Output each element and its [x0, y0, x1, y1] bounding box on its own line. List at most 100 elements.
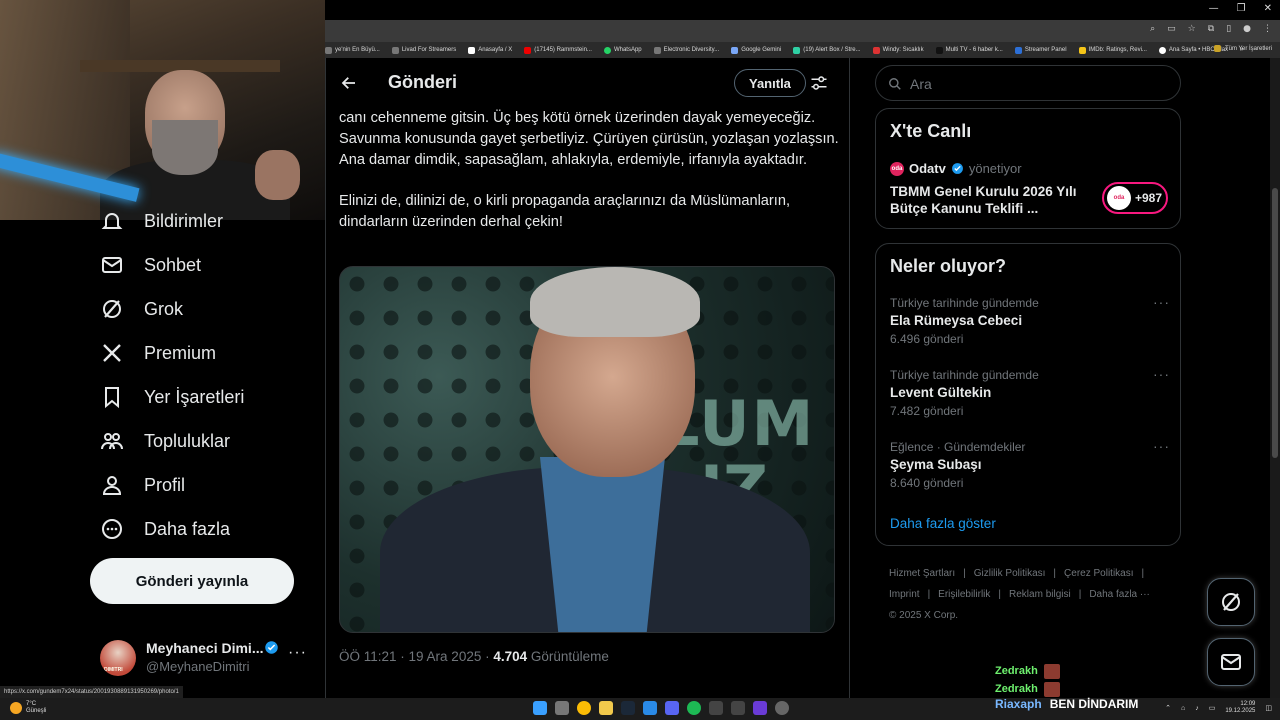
chrome-icon[interactable] [577, 701, 591, 715]
tweet-photo[interactable]: LUM IZ [339, 266, 835, 633]
discord-icon[interactable] [665, 701, 679, 715]
chat-username: Zedrakh [995, 665, 1038, 677]
minimize-icon[interactable]: — [1209, 3, 1219, 14]
app-icon[interactable] [731, 701, 745, 715]
network-icon[interactable]: ⌂ [1181, 705, 1185, 712]
live-stream-title[interactable]: TBMM Genel Kurulu 2026 Yılı Bütçe Kanunu… [890, 183, 1090, 217]
footer-link-privacy[interactable]: Gizlilik Politikası [974, 568, 1046, 579]
webcam-overlay [0, 0, 325, 220]
twitch-icon[interactable] [753, 701, 767, 715]
sidebar-item-notifications[interactable]: Bildirimler [100, 206, 223, 236]
tray-chevron-icon[interactable]: ⌃ [1165, 704, 1171, 712]
tweet-timestamp[interactable]: ÖÖ 11:21 · 19 Ara 2025 · [339, 649, 493, 664]
bookmark-item[interactable]: (19) Alert Box / Stre... [793, 46, 861, 54]
live-card-title: X'te Canlı [890, 121, 972, 141]
sidebar-item-grok[interactable]: Grok [100, 294, 183, 324]
sidebar-item-premium[interactable]: Premium [100, 338, 216, 368]
obs-icon[interactable] [775, 701, 789, 715]
explorer-icon[interactable] [599, 701, 613, 715]
footer-separator: | [1053, 568, 1057, 579]
messages-fab-button[interactable] [1207, 638, 1255, 686]
bookmark-item[interactable]: WhatsApp [603, 46, 642, 54]
trend-name: Ela Rümeysa Cebeci [890, 313, 1023, 328]
whatsapp-favicon-icon [603, 46, 611, 54]
browser-menu-icon[interactable]: ⋮ [1263, 24, 1272, 34]
sidepanel-icon[interactable]: ▯ [1226, 24, 1231, 34]
maximize-icon[interactable]: ❐ [1237, 3, 1246, 14]
filter-settings-icon[interactable] [810, 75, 828, 91]
bookmark-item[interactable]: Electronic Diversity... [653, 46, 719, 54]
volume-icon[interactable]: ♪ [1195, 705, 1199, 712]
bookmark-item[interactable]: Streamer Panel [1014, 46, 1067, 54]
grok-fab-button[interactable] [1207, 578, 1255, 626]
extensions-icon[interactable]: ⧉ [1208, 24, 1214, 34]
back-arrow-icon[interactable] [340, 74, 358, 92]
profile-icon[interactable]: ● [1243, 24, 1251, 34]
trend-more-icon[interactable]: ··· [1153, 294, 1170, 310]
search-input[interactable] [910, 74, 1160, 94]
bookmark-item[interactable]: (17145) Rammstein... [524, 46, 592, 54]
search-taskbar-icon[interactable] [555, 701, 569, 715]
bookmark-item[interactable]: IMDb: Ratings, Revi... [1078, 46, 1147, 54]
footer-link-terms[interactable]: Hizmet Şartları [889, 568, 955, 579]
footer-link-ads-info[interactable]: Reklam bilgisi [1009, 589, 1071, 600]
bookmark-item[interactable]: ye'nin En Büyü... [325, 46, 380, 54]
bookmark-item[interactable]: Google Gemini [731, 46, 781, 54]
start-icon[interactable] [533, 701, 547, 715]
footer-link-imprint[interactable]: Imprint [889, 589, 920, 600]
steam-icon[interactable] [621, 701, 635, 715]
show-more-link[interactable]: Daha fazla göster [890, 516, 996, 531]
battery-icon[interactable]: ▭ [1209, 704, 1216, 712]
bookmark-item[interactable]: Livad For Streamers [391, 46, 456, 54]
sidebar-item-bookmarks[interactable]: Yer İşaretleri [100, 382, 244, 412]
trend-context: Eğlence · Gündemdekiler [890, 440, 1026, 454]
footer-link-more[interactable]: Daha fazla ··· [1089, 589, 1150, 600]
app-icon[interactable] [643, 701, 657, 715]
sidebar-item-profile[interactable]: Profil [100, 470, 185, 500]
star-icon[interactable]: ☆ [1188, 24, 1196, 34]
search-icon [889, 78, 901, 90]
sidebar-item-communities[interactable]: Topluluklar [100, 426, 230, 456]
notification-bell-icon[interactable]: ◫ [1265, 704, 1272, 712]
bookmark-item[interactable]: Anasayfa / X [468, 46, 512, 54]
trend-item[interactable]: Eğlence · Gündemdekiler Şeyma Subaşı 8.6… [890, 438, 1170, 490]
live-listeners-badge[interactable]: oda +987 [1102, 182, 1168, 214]
live-host-row[interactable]: oda Odatv yönetiyor [890, 161, 1022, 176]
chat-emote-icon [1043, 663, 1060, 679]
footer-copyright: © 2025 X Corp. [889, 610, 959, 621]
weather-widget[interactable]: 7°C Güneşli [10, 701, 46, 715]
sidebar-item-more[interactable]: Daha fazla [100, 514, 230, 544]
trend-more-icon[interactable]: ··· [1153, 438, 1170, 454]
taskbar-clock[interactable]: 12:09 19.12.2025 [1225, 701, 1255, 715]
epic-games-icon[interactable] [709, 701, 723, 715]
footer-link-cookies[interactable]: Çerez Politikası [1064, 568, 1133, 579]
post-button[interactable]: Gönderi yayınla [90, 558, 294, 604]
search-box[interactable] [875, 65, 1181, 101]
all-bookmarks-button[interactable]: Tüm Yer İşaretleri [1213, 45, 1272, 52]
spotify-icon[interactable] [687, 701, 701, 715]
chat-message: Zedrakh [995, 662, 1060, 680]
cast-icon[interactable]: ▭ [1167, 24, 1176, 34]
zoom-icon[interactable]: ⌕ [1150, 24, 1155, 34]
sidebar-item-chat[interactable]: Sohbet [100, 250, 201, 280]
trend-name: Şeyma Subaşı [890, 457, 982, 472]
windy-favicon-icon [872, 46, 880, 54]
account-handle: @MeyhaneDimitri [146, 659, 250, 674]
bookmark-favicon-icon [1014, 46, 1022, 54]
bookmark-item[interactable]: Multi TV - 6 haber k... [935, 46, 1003, 54]
close-icon[interactable]: ✕ [1264, 3, 1272, 14]
weather-temp: 7°C [26, 701, 37, 707]
browser-address-bar[interactable]: ⌕ ▭ ☆ ⧉ ▯ ● ⋮ [325, 20, 1280, 42]
scrollbar-thumb[interactable] [1272, 188, 1278, 458]
trend-more-icon[interactable]: ··· [1153, 366, 1170, 382]
trend-item[interactable]: Türkiye tarihinde gündemde Ela Rümeysa C… [890, 294, 1170, 346]
trend-item[interactable]: Türkiye tarihinde gündemde Levent Gültek… [890, 366, 1170, 418]
bookmark-item[interactable]: Windy: Sıcaklık [872, 46, 924, 54]
account-switcher[interactable]: DIMITRI Meyhaneci Dimi... @MeyhaneDimitr… [100, 634, 315, 678]
page-scrollbar[interactable] [1270, 58, 1280, 698]
account-more-icon[interactable]: ··· [288, 644, 307, 662]
grok-icon [103, 300, 121, 318]
reply-button[interactable]: Yanıtla [734, 69, 806, 97]
x-favicon-icon [468, 46, 476, 54]
footer-link-accessibility[interactable]: Erişilebilirlik [938, 589, 990, 600]
